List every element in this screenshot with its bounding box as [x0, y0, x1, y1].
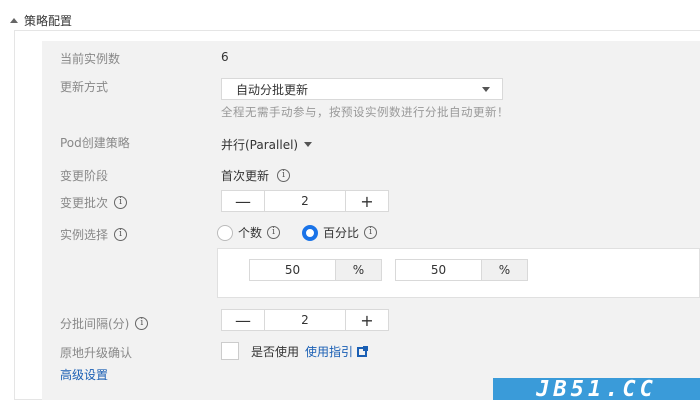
change-stage-value: 首次更新 i [221, 167, 291, 184]
strategy-section-header[interactable]: 策略配置 [10, 10, 72, 30]
percent-input-group-1: 50 % [249, 259, 382, 281]
pod-strategy-label: Pod创建策略 [60, 136, 130, 150]
change-batch-stepper: — 2 + [221, 190, 389, 212]
chevron-down-icon [482, 87, 490, 92]
info-icon[interactable]: i [277, 169, 291, 182]
percent-input-group-2: 50 % [395, 259, 528, 281]
info-icon[interactable]: i [114, 196, 128, 209]
external-link-icon [357, 346, 369, 357]
update-mode-label: 更新方式 [60, 80, 109, 94]
current-instances-value: 6 [221, 50, 229, 64]
caret-up-icon [10, 17, 18, 23]
batch-interval-input[interactable]: 2 [264, 310, 346, 330]
percent-unit-1: % [335, 260, 381, 280]
update-mode-select[interactable]: 自动分批更新 [221, 78, 503, 100]
advanced-settings-link[interactable]: 高级设置 [60, 366, 108, 383]
inplace-confirm-label: 原地升级确认 [60, 346, 133, 360]
percent-input-1[interactable]: 50 [250, 260, 335, 280]
current-instances-label: 当前实例数 [60, 52, 121, 66]
use-checkbox[interactable] [221, 342, 239, 360]
decrement-button[interactable]: — [222, 310, 264, 330]
info-icon[interactable]: i [267, 226, 281, 239]
percent-unit-2: % [481, 260, 527, 280]
decrement-button[interactable]: — [222, 191, 264, 211]
instance-select-radio-group: 个数 i 百分比 i [217, 224, 378, 241]
info-icon[interactable]: i [364, 226, 378, 239]
chevron-down-icon [304, 142, 313, 147]
percent-input-2[interactable]: 50 [396, 260, 481, 280]
section-title: 策略配置 [24, 13, 73, 28]
batch-interval-stepper: — 2 + [221, 309, 389, 331]
info-icon[interactable]: i [114, 228, 128, 241]
inplace-confirm-row: 是否使用 使用指引 [221, 342, 369, 360]
radio-percentage[interactable]: 百分比 i [302, 224, 378, 241]
percentage-config-box: 50 % 50 % [217, 248, 700, 298]
usage-guide-link[interactable]: 使用指引 [305, 343, 369, 360]
radio-count[interactable]: 个数 i [217, 224, 281, 241]
change-batch-input[interactable]: 2 [264, 191, 346, 211]
change-batch-label: 变更批次 i [60, 194, 128, 211]
batch-interval-label: 分批间隔(分) i [60, 315, 149, 332]
watermark-logo: JB51.CC [493, 376, 700, 400]
checkbox-label: 是否使用 [251, 344, 300, 359]
instance-select-label: 实例选择 i [60, 226, 128, 243]
radio-button-checked[interactable] [302, 224, 319, 241]
update-mode-hint: 全程无需手动参与，按预设实例数进行分批自动更新！ [221, 105, 509, 119]
info-icon[interactable]: i [135, 317, 149, 330]
increment-button[interactable]: + [346, 191, 388, 211]
watermark-text: JB51.CC [536, 376, 657, 400]
change-stage-label: 变更阶段 [60, 169, 109, 183]
increment-button[interactable]: + [346, 310, 388, 330]
pod-strategy-select[interactable]: 并行(Parallel) [221, 136, 313, 153]
radio-button[interactable] [217, 224, 233, 241]
